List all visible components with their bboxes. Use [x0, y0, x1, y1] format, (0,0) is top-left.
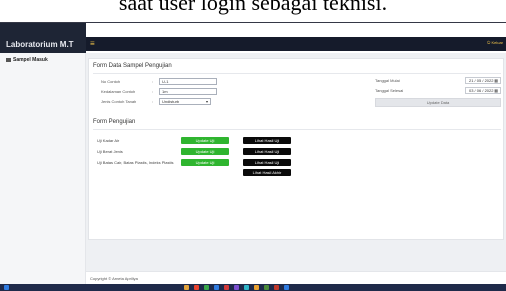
- sidebar-item-label: Sampel Masuk: [13, 57, 48, 63]
- lihat-hasil-akhir-button[interactable]: Lihat Hasil Akhir: [243, 169, 291, 176]
- kedalaman-label: Kedalaman Contoh: [101, 89, 136, 94]
- colon: :: [152, 79, 154, 84]
- uji-kadar-air-label: Uji Kadar Air: [97, 138, 120, 143]
- divider: [93, 129, 501, 130]
- app-icon[interactable]: [224, 285, 229, 290]
- update-uji-berat-jenis-button[interactable]: Update Uji: [181, 148, 229, 155]
- app-icon[interactable]: [284, 285, 289, 290]
- app-icon[interactable]: [264, 285, 269, 290]
- jenis-contoh-label: Jenis Contoh Tanah: [101, 99, 137, 104]
- page-footer: Copyright © Arneta Apriliya: [86, 271, 506, 284]
- app-icon[interactable]: [254, 285, 259, 290]
- app-icon[interactable]: [244, 285, 249, 290]
- brand-area: Laboratorium M.T: [0, 23, 86, 53]
- form-card: Form Data Sampel Pengujian No Contoh : U…: [88, 58, 504, 240]
- lihat-hasil-berat-jenis-button[interactable]: Lihat Hasil Uji: [243, 148, 291, 155]
- colon: :: [152, 89, 154, 94]
- caption-text: saat user login sebagai teknisi.: [118, 0, 388, 15]
- start-menu-icon[interactable]: [4, 285, 9, 290]
- logout-button[interactable]: ⏻ Keluar: [487, 40, 503, 45]
- calendar-icon[interactable]: ▦: [494, 88, 498, 93]
- tanggal-mulai-input[interactable]: 21 / 05 / 2022 ▦: [465, 77, 501, 84]
- app-icon[interactable]: [214, 285, 219, 290]
- update-data-button[interactable]: Update Data: [375, 98, 501, 107]
- lihat-hasil-kadar-air-button[interactable]: Lihat Hasil Uji: [243, 137, 291, 144]
- app-icon[interactable]: [234, 285, 239, 290]
- browser-icon[interactable]: [194, 285, 199, 290]
- no-contoh-input[interactable]: U-1: [159, 78, 217, 85]
- kedalaman-input[interactable]: 1m: [159, 88, 217, 95]
- app-icon[interactable]: [204, 285, 209, 290]
- app-icon[interactable]: [274, 285, 279, 290]
- tanggal-mulai-label: Tanggal Mulai: [375, 78, 400, 83]
- calendar-icon[interactable]: ▦: [494, 78, 498, 83]
- sidebar-item-sampel-masuk[interactable]: Sampel Masuk: [6, 57, 48, 63]
- hamburger-menu-icon[interactable]: ≡: [90, 39, 95, 48]
- update-uji-batas-cair-button[interactable]: Update Uji: [181, 159, 229, 166]
- sidebar: Sampel Masuk: [0, 53, 86, 284]
- brand-title[interactable]: Laboratorium M.T: [6, 40, 74, 49]
- update-uji-kadar-air-button[interactable]: Update Uji: [181, 137, 229, 144]
- logout-label: Keluar: [491, 40, 503, 45]
- file-explorer-icon[interactable]: [184, 285, 189, 290]
- inbox-icon: [6, 57, 11, 62]
- tanggal-selesai-value: 03 / 06 / 2022: [469, 88, 494, 93]
- form-title: Form Data Sampel Pengujian: [93, 63, 172, 69]
- uji-batas-cair-label: Uji Batas Cair, Batas Plastis, Indeks Pl…: [97, 160, 174, 165]
- copyright-text: Copyright © Arneta Apriliya: [90, 276, 138, 281]
- lihat-hasil-batas-cair-button[interactable]: Lihat Hasil Uji: [243, 159, 291, 166]
- jenis-contoh-select[interactable]: Undisturb: [159, 98, 211, 105]
- tanggal-mulai-value: 21 / 05 / 2022: [469, 78, 494, 83]
- colon: :: [152, 99, 154, 104]
- os-taskbar: [0, 284, 506, 291]
- tanggal-selesai-label: Tanggal Selesai: [375, 88, 404, 93]
- app-top-bar: ≡ ⏻ Keluar: [86, 37, 506, 51]
- pengujian-title: Form Pengujian: [93, 119, 136, 125]
- tanggal-selesai-input[interactable]: 03 / 06 / 2022 ▦: [465, 87, 501, 94]
- divider: [93, 73, 501, 74]
- main-content: Form Data Sampel Pengujian No Contoh : U…: [86, 53, 506, 284]
- no-contoh-label: No Contoh: [101, 79, 121, 84]
- document-caption: saat user login sebagai teknisi.: [0, 0, 506, 22]
- uji-berat-jenis-label: Uji Berat Jenis: [97, 149, 123, 154]
